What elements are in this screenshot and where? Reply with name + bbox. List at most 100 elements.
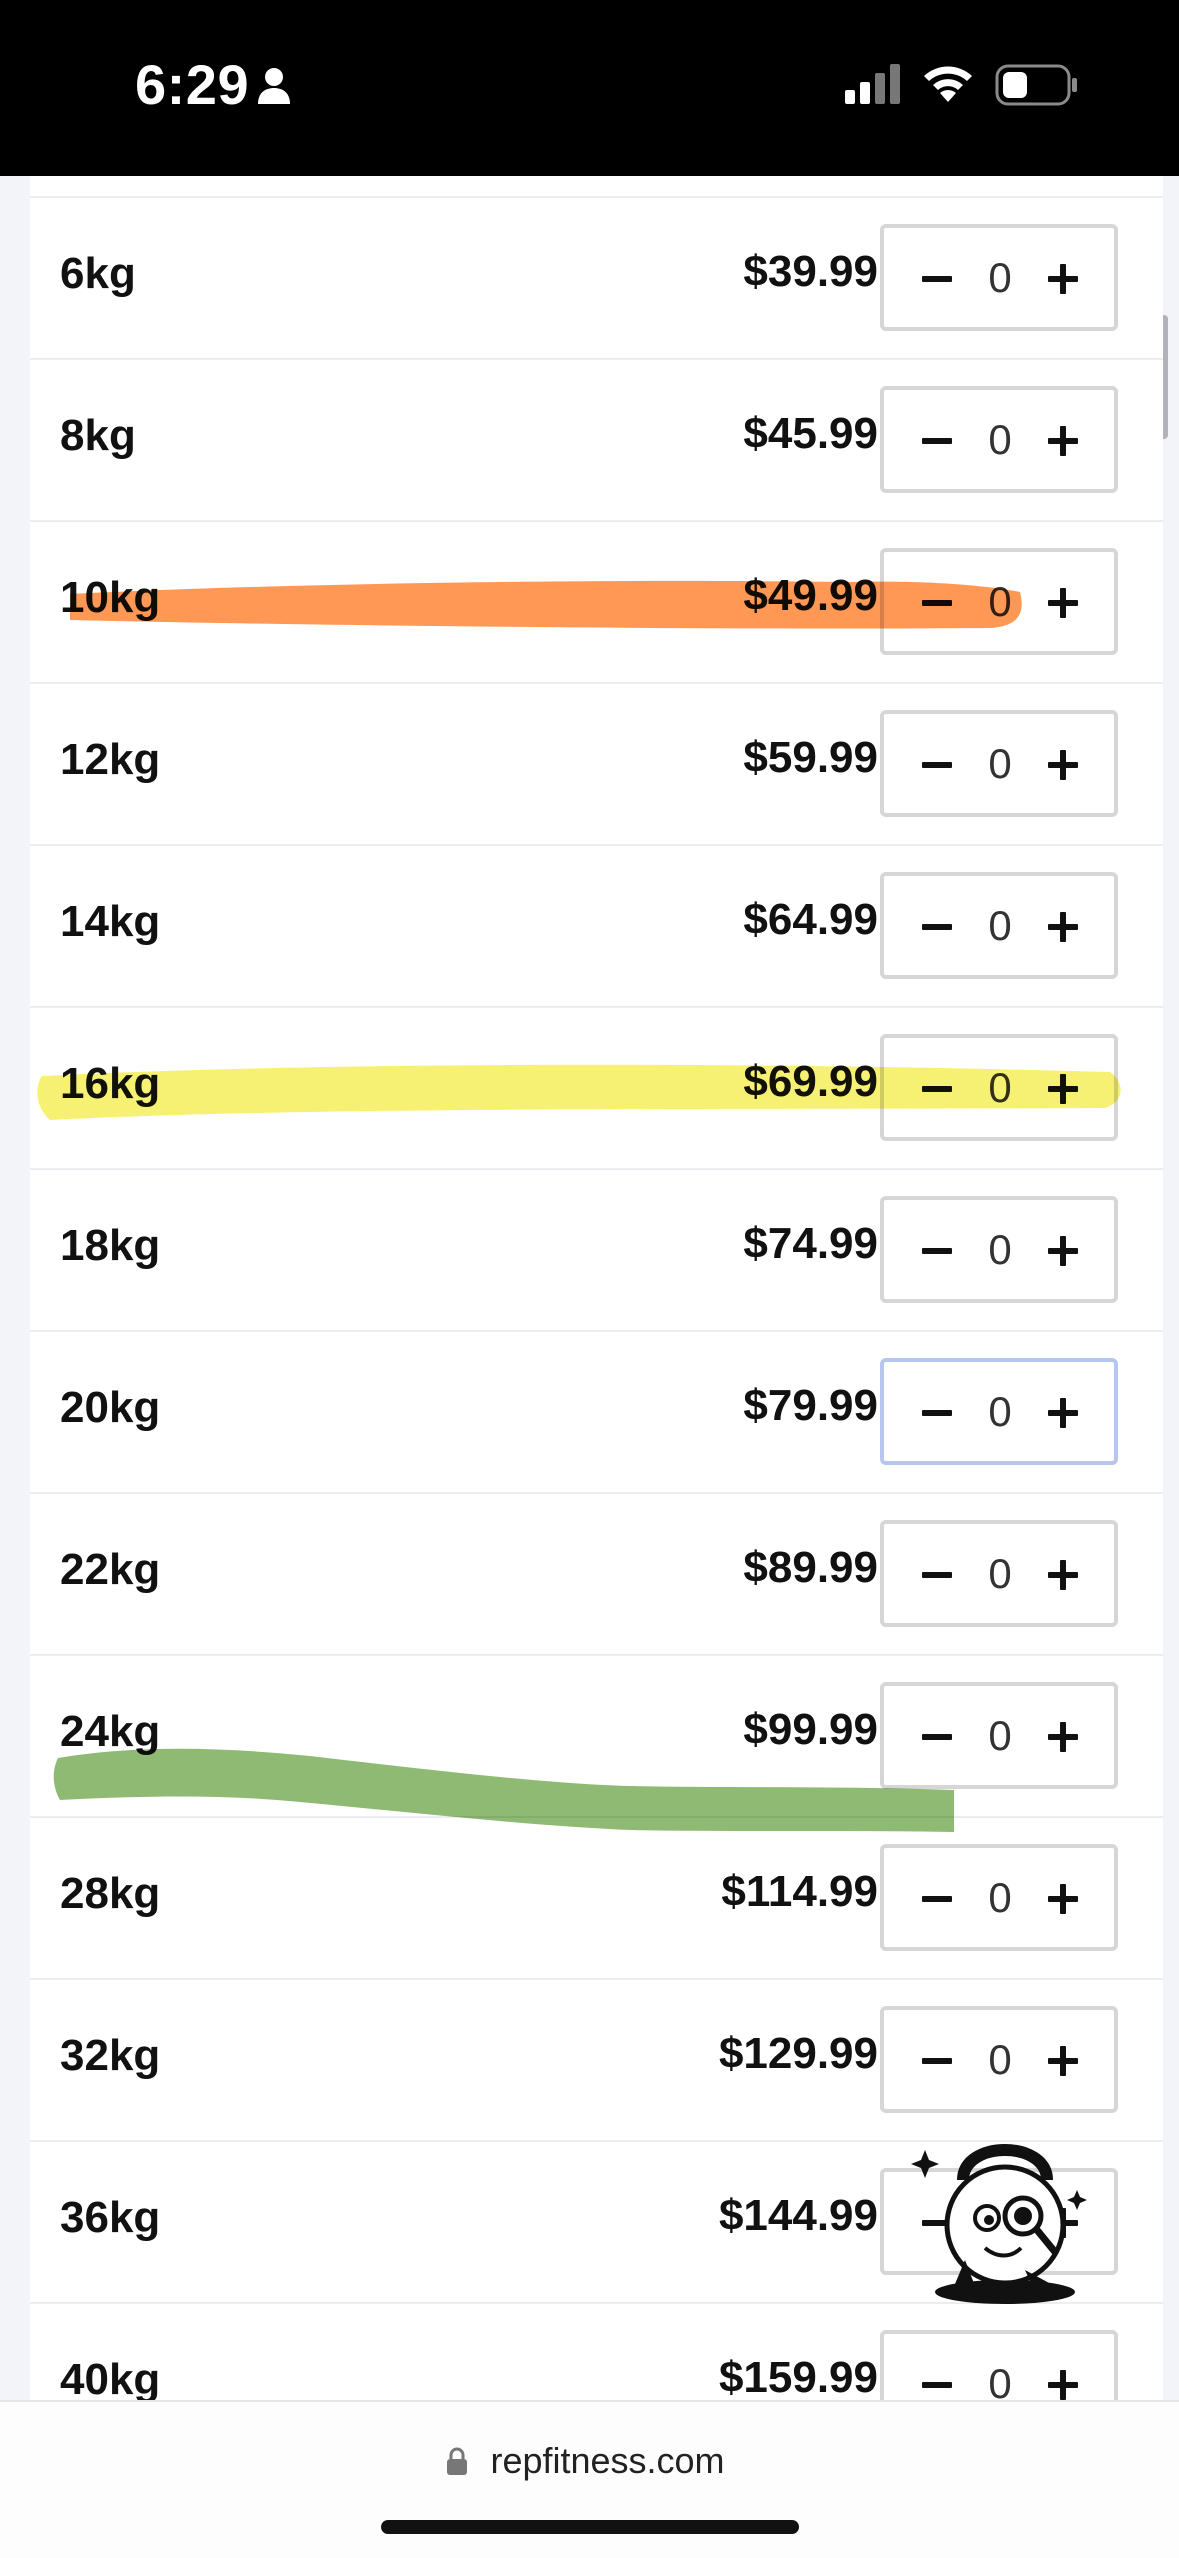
increase-quantity-button[interactable] [1036,730,1086,798]
product-weight: 10kg [60,573,161,622]
product-price: $129.99 [718,2029,878,2078]
product-price: $59.99 [743,733,878,782]
decrease-quantity-button[interactable] [910,1054,960,1122]
quantity-stepper[interactable]: 0 [880,1358,1118,1465]
product-row: 24kg $99.99 0 [30,1654,1163,1816]
kettlebell-weight-list: 6kg $39.99 0 8kg $45.99 0 10kg $49.99 0 12kg $59.9… [30,176,1163,2400]
product-weight: 24kg [60,1707,161,1756]
quantity-stepper[interactable]: 0 [880,1520,1118,1627]
quantity-value[interactable]: 0 [972,1384,1028,1440]
quantity-value[interactable]: 0 [972,1060,1028,1116]
product-row: 12kg $59.99 0 [30,682,1163,844]
increase-quantity-button[interactable] [1036,2350,1086,2400]
product-price: $89.99 [743,1543,878,1592]
kettlebell-mascot-icon[interactable] [905,2130,1105,2310]
increase-quantity-button[interactable] [1036,1864,1086,1932]
product-weight: 40kg [60,2355,161,2400]
product-row: 10kg $49.99 0 [30,520,1163,682]
quantity-value[interactable]: 0 [972,736,1028,792]
home-indicator[interactable] [381,2520,799,2534]
quantity-stepper[interactable]: 0 [880,1034,1118,1141]
product-row: 28kg $114.99 0 [30,1816,1163,1978]
product-weight: 12kg [60,735,161,784]
increase-quantity-button[interactable] [1036,1378,1086,1446]
quantity-stepper[interactable]: 0 [880,710,1118,817]
status-bar: 6:29 [0,0,1179,176]
quantity-value[interactable]: 0 [972,1708,1028,1764]
quantity-stepper[interactable]: 0 [880,548,1118,655]
decrease-quantity-button[interactable] [910,1540,960,1608]
decrease-quantity-button[interactable] [910,1702,960,1770]
increase-quantity-button[interactable] [1036,1702,1086,1770]
decrease-quantity-button[interactable] [910,406,960,474]
quantity-value[interactable]: 0 [972,1870,1028,1926]
decrease-quantity-button[interactable] [910,2026,960,2094]
quantity-stepper[interactable]: 0 [880,1682,1118,1789]
quantity-value[interactable]: 0 [972,2356,1028,2400]
increase-quantity-button[interactable] [1036,568,1086,636]
quantity-value[interactable]: 0 [972,250,1028,306]
decrease-quantity-button[interactable] [910,892,960,960]
battery-icon [995,64,1077,106]
product-weight: 8kg [60,411,136,460]
product-price: $159.99 [718,2353,878,2400]
quantity-stepper[interactable]: 0 [880,2330,1118,2400]
product-row: 32kg $129.99 0 [30,1978,1163,2140]
quantity-stepper[interactable]: 0 [880,1844,1118,1951]
wifi-icon [924,66,972,102]
product-weight: 14kg [60,897,161,946]
increase-quantity-button[interactable] [1036,406,1086,474]
product-row: 16kg $69.99 0 [30,1006,1163,1168]
clock-time: 6:29 [135,53,250,116]
quantity-value[interactable]: 0 [972,1222,1028,1278]
decrease-quantity-button[interactable] [910,1864,960,1932]
quantity-value[interactable]: 0 [972,2032,1028,2088]
product-weight: 32kg [60,2031,161,2080]
decrease-quantity-button[interactable] [910,244,960,312]
quantity-value[interactable]: 0 [972,412,1028,468]
product-weight: 6kg [60,249,136,298]
product-row: 40kg $159.99 0 [30,2302,1163,2400]
quantity-stepper[interactable]: 0 [880,224,1118,331]
product-price: $74.99 [743,1219,878,1268]
quantity-stepper[interactable]: 0 [880,872,1118,979]
product-row: 6kg $39.99 0 [30,196,1163,358]
signal-icon [845,64,900,104]
product-price: $45.99 [743,409,878,458]
increase-quantity-button[interactable] [1036,244,1086,312]
quantity-stepper[interactable]: 0 [880,1196,1118,1303]
product-price: $144.99 [718,2191,878,2240]
decrease-quantity-button[interactable] [910,730,960,798]
decrease-quantity-button[interactable] [910,1378,960,1446]
person-icon [258,68,290,104]
quantity-value[interactable]: 0 [972,1546,1028,1602]
url-domain-text[interactable]: repfitness.com [0,2440,1179,2482]
url-domain-label: repfitness.com [490,2440,725,2481]
browser-address-bar[interactable]: repfitness.com [0,2400,1179,2558]
product-weight: 22kg [60,1545,161,1594]
increase-quantity-button[interactable] [1036,2026,1086,2094]
product-price: $49.99 [743,571,878,620]
product-weight: 18kg [60,1221,161,1270]
product-row: 22kg $89.99 0 [30,1492,1163,1654]
product-weight: 36kg [60,2193,161,2242]
product-row: 14kg $64.99 0 [30,844,1163,1006]
decrease-quantity-button[interactable] [910,1216,960,1284]
decrease-quantity-button[interactable] [910,568,960,636]
increase-quantity-button[interactable] [1036,892,1086,960]
increase-quantity-button[interactable] [1036,1216,1086,1284]
increase-quantity-button[interactable] [1036,1054,1086,1122]
quantity-stepper[interactable]: 0 [880,386,1118,493]
increase-quantity-button[interactable] [1036,1540,1086,1608]
product-weight: 28kg [60,1869,161,1918]
product-price: $99.99 [743,1705,878,1754]
quantity-value[interactable]: 0 [972,574,1028,630]
product-price: $39.99 [743,247,878,296]
product-price: $79.99 [743,1381,878,1430]
quantity-value[interactable]: 0 [972,898,1028,954]
product-price: $64.99 [743,895,878,944]
product-weight: 20kg [60,1383,161,1432]
product-price: $69.99 [743,1057,878,1106]
decrease-quantity-button[interactable] [910,2350,960,2400]
quantity-stepper[interactable]: 0 [880,2006,1118,2113]
